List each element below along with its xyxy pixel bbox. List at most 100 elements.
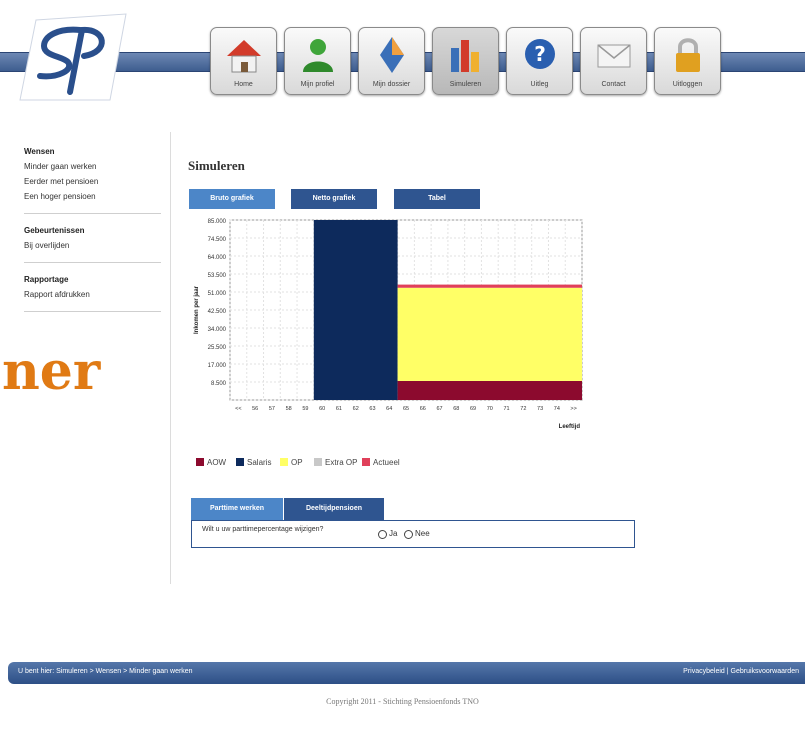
income-chart: 85.000 74.500 64.000 53.500 51.000 42.500 34.0… — [194, 219, 583, 430]
svg-text:?: ? — [534, 42, 546, 66]
y-tick-label: 85.000 — [208, 219, 227, 225]
page-title: Simuleren — [188, 158, 245, 173]
chart-legend: AOW Salaris OP Extra OP Actueel — [196, 458, 496, 482]
x-tick-label: 61 — [336, 406, 342, 412]
sidebar-heading: Rapportage — [24, 275, 69, 284]
nav-help-button[interactable]: ? Uitleg — [506, 27, 573, 95]
x-tick-label: 59 — [302, 406, 308, 412]
y-tick-label: 25.500 — [208, 345, 227, 351]
sidebar-section-gebeurtenissen: Gebeurtenissen Bij overlijden — [24, 219, 161, 263]
x-tick-label: << — [235, 406, 241, 412]
y-tick-label: 34.000 — [208, 327, 227, 333]
x-tick-label: 74 — [554, 406, 560, 412]
sidebar-section-wensen: Wensen Minder gaan werken Eerder met pen… — [24, 140, 161, 214]
nav-dossier-button[interactable]: Mijn dossier — [358, 27, 425, 95]
x-tick-label: 72 — [520, 406, 526, 412]
legend-label: Actueel — [373, 458, 400, 467]
x-tick-label: 70 — [487, 406, 493, 412]
sidebar-link-overlijden[interactable]: Bij overlijden — [24, 241, 161, 250]
x-tick-label: 68 — [453, 406, 459, 412]
x-tick-label: 56 — [252, 406, 258, 412]
footer-links[interactable]: Privacybeleid | Gebruiksvoorwaarden — [683, 668, 799, 675]
bar-chart-icon — [451, 40, 479, 72]
legend-swatch — [236, 458, 244, 466]
footer-bar: U bent hier: Simuleren > Wensen > Minder… — [8, 662, 805, 684]
chart-segment-actueel — [397, 284, 582, 288]
question-text: Wilt u uw parttimepercentage wijzigen? — [202, 526, 324, 533]
legend-label: OP — [291, 458, 303, 467]
chart-segment-op — [397, 287, 582, 381]
sidebar-heading: Gebeurtenissen — [24, 226, 85, 235]
content-divider — [170, 132, 171, 584]
nav-label: Mijn dossier — [372, 81, 411, 88]
copyright: Copyright 2011 - Stichting Pensioenfonds… — [326, 697, 479, 706]
nav-label: Mijn profiel — [300, 81, 335, 88]
chart-segment-salaris — [313, 220, 398, 400]
y-tick-label: 42.500 — [208, 309, 227, 315]
x-tick-label: 71 — [504, 406, 510, 412]
x-tick-label: 60 — [319, 406, 325, 412]
x-tick-label: 69 — [470, 406, 476, 412]
nav-contact-button[interactable]: Contact — [580, 27, 647, 95]
x-tick-label: 66 — [420, 406, 426, 412]
help-icon: ? — [525, 39, 555, 69]
x-axis-label: Leeftijd — [559, 424, 581, 430]
x-tick-label: 64 — [386, 406, 392, 412]
radio-nee-label: Nee — [415, 529, 430, 538]
cropped-heading: ner — [2, 341, 101, 402]
lock-icon — [676, 38, 700, 72]
question-panel: Wilt u uw parttimepercentage wijzigen? J… — [191, 520, 635, 548]
sidebar-link-minder-werken[interactable]: Minder gaan werken — [24, 162, 161, 171]
tab-parttime-werken[interactable]: Parttime werken — [191, 498, 283, 520]
tab-bruto-grafiek[interactable]: Bruto grafiek — [189, 189, 275, 209]
x-tick-label: 57 — [269, 406, 275, 412]
breadcrumb: U bent hier: Simuleren > Wensen > Minder… — [18, 668, 193, 675]
sidebar-link-hoger-pensioen[interactable]: Een hoger pensioen — [24, 192, 161, 201]
sidebar-heading: Wensen — [24, 147, 55, 156]
x-tick-label: 67 — [436, 406, 442, 412]
nav-label: Contact — [601, 81, 626, 88]
legend-label: Extra OP — [325, 458, 358, 467]
nav-label: Uitloggen — [672, 81, 703, 88]
nav-simuleren-button[interactable]: Simuleren — [432, 27, 499, 95]
legend-swatch — [314, 458, 322, 466]
tab-tabel[interactable]: Tabel — [394, 189, 480, 209]
nav-label: Home — [234, 81, 253, 88]
y-tick-label: 64.000 — [208, 255, 227, 261]
radio-ja[interactable] — [378, 530, 387, 539]
legend-swatch — [280, 458, 288, 466]
sidebar: Wensen Minder gaan werken Eerder met pen… — [24, 140, 161, 317]
radio-ja-label: Ja — [389, 529, 398, 538]
y-tick-label: 8.500 — [211, 381, 227, 387]
nav-label: Simuleren — [449, 81, 482, 88]
nav-logout-button[interactable]: Uitloggen — [654, 27, 721, 95]
nav-profile-button[interactable]: Mijn profiel — [284, 27, 351, 95]
nav-home-button[interactable]: Home — [210, 27, 277, 95]
logo — [19, 13, 127, 101]
legend-label: AOW — [207, 458, 227, 467]
home-icon — [227, 40, 261, 73]
radio-nee[interactable] — [404, 530, 413, 539]
mail-icon — [597, 44, 631, 68]
x-tick-label: >> — [570, 406, 576, 412]
legend-item: OP — [280, 458, 303, 467]
x-tick-label: 63 — [369, 406, 375, 412]
tab-deeltijdpensioen[interactable]: Deeltijdpensioen — [284, 498, 384, 520]
sidebar-link-rapport[interactable]: Rapport afdrukken — [24, 290, 161, 299]
legend-label: Salaris — [247, 458, 272, 467]
dossier-icon — [380, 37, 404, 73]
legend-swatch — [362, 458, 370, 466]
y-tick-label: 53.500 — [208, 273, 227, 279]
x-tick-label: 65 — [403, 406, 409, 412]
sidebar-link-eerder-pensioen[interactable]: Eerder met pensioen — [24, 177, 161, 186]
tab-netto-grafiek[interactable]: Netto grafiek — [291, 189, 377, 209]
legend-item: Actueel — [362, 458, 400, 467]
y-tick-label: 74.500 — [208, 237, 227, 243]
y-axis-label: Inkomen per jaar — [194, 285, 200, 334]
legend-item: Salaris — [236, 458, 271, 467]
x-tick-label: 62 — [353, 406, 359, 412]
x-tick-label: 73 — [537, 406, 543, 412]
y-tick-label: 51.000 — [208, 291, 227, 297]
nav-label: Uitleg — [530, 81, 549, 88]
legend-item: AOW — [196, 458, 226, 467]
